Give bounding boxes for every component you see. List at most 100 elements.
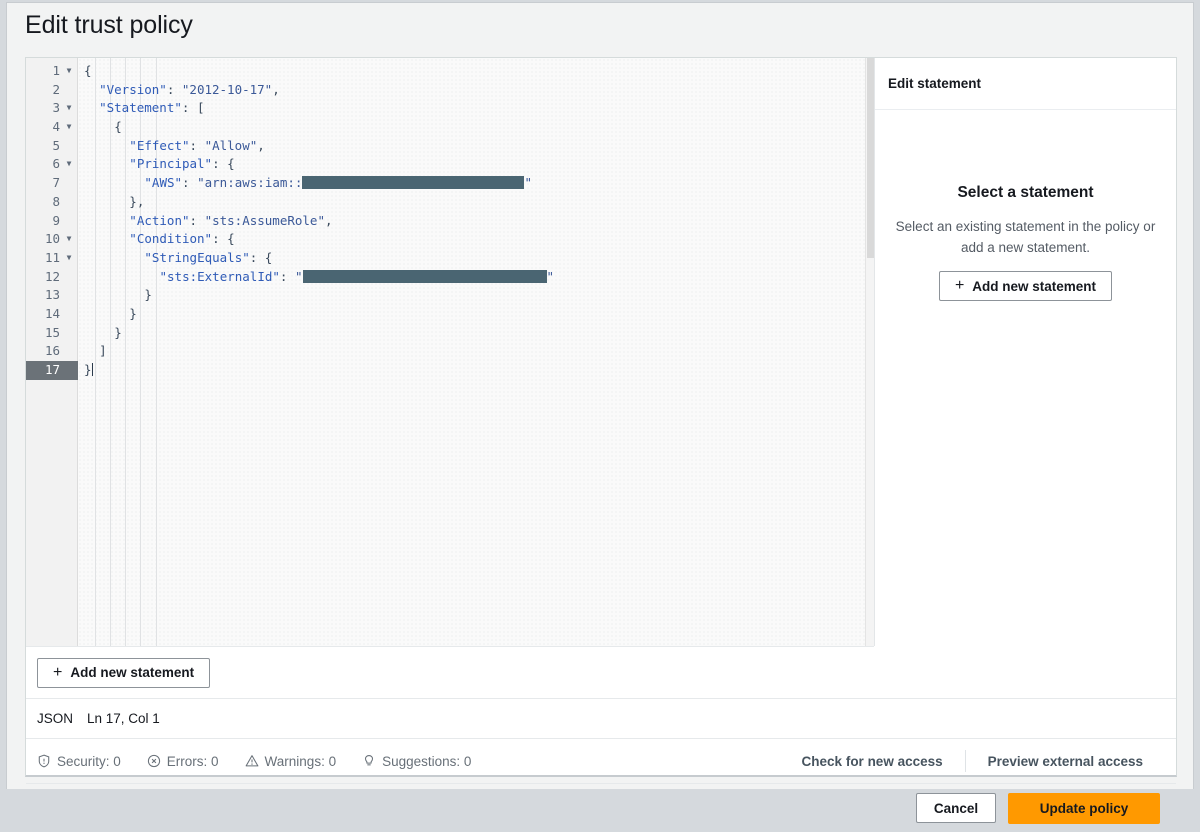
code-line[interactable]: 10 ▼ "Condition": {: [26, 230, 874, 249]
editor-row: 1 ▼{2 "Version": "2012-10-17", 3 ▼ "Statement…: [26, 58, 1176, 646]
code-token: "StringEquals": [144, 249, 250, 265]
code-line[interactable]: 9 "Action": "sts:AssumeRole",: [26, 212, 874, 231]
editor-add-new-statement-label: Add new statement: [70, 665, 195, 680]
validation-warnings-label: Warnings: 0: [264, 753, 337, 769]
validation-suggestions[interactable]: Suggestions: 0: [362, 754, 471, 769]
code-token: : {: [212, 156, 235, 172]
access-links-group: Check for new access Preview external ac…: [780, 750, 1165, 772]
code-line[interactable]: 7 "AWS": "arn:aws:iam:: ": [26, 174, 874, 193]
line-number: 3: [52, 100, 60, 116]
fold-toggle-icon[interactable]: ▼: [64, 62, 74, 81]
edit-statement-header: Edit statement: [875, 58, 1176, 110]
code-line[interactable]: 11 ▼ "StringEquals": {: [26, 249, 874, 268]
code-token: "sts:AssumeRole": [204, 212, 325, 228]
circle-x-icon: [147, 754, 161, 768]
validation-suggestions-label: Suggestions: 0: [382, 753, 472, 769]
editor-language-label: JSON: [37, 711, 74, 726]
footer-actions: Cancel Update policy: [26, 783, 1176, 832]
code-line[interactable]: 16]: [26, 342, 874, 361]
code-text: "Action": "sts:AssumeRole",: [129, 212, 332, 231]
code-line[interactable]: 15}: [26, 324, 874, 343]
code-line[interactable]: 14}: [26, 305, 874, 324]
edit-statement-empty-state: Select a statement Select an existing st…: [875, 110, 1176, 301]
text-cursor: [91, 363, 93, 376]
json-code-editor[interactable]: 1 ▼{2 "Version": "2012-10-17", 3 ▼ "Statement…: [26, 58, 874, 646]
validation-security[interactable]: Security: 0: [37, 754, 121, 769]
line-number: 9: [52, 212, 60, 228]
page-title: Edit trust policy: [25, 11, 193, 39]
line-number: 1: [52, 63, 60, 78]
add-statement-bar: + Add new statement: [26, 646, 874, 698]
validation-warnings[interactable]: Warnings: 0: [245, 753, 337, 769]
code-line[interactable]: 4 ▼ {: [26, 118, 874, 137]
code-line[interactable]: 2 "Version": "2012-10-17",: [26, 81, 874, 100]
editor-vertical-scrollbar[interactable]: [865, 58, 874, 646]
code-token: },: [129, 193, 145, 209]
line-number: 2: [52, 81, 60, 97]
code-token: "Effect": [129, 137, 190, 153]
panel-add-new-statement-button[interactable]: + Add new statement: [938, 271, 1113, 301]
code-token: ": [524, 175, 532, 191]
code-text: "Statement": [: [99, 99, 204, 118]
code-line[interactable]: 5 "Effect": "Allow",: [26, 137, 874, 156]
edit-statement-panel: Edit statement Select a statement Select…: [874, 58, 1176, 646]
code-token: }: [114, 324, 122, 340]
code-token: :: [279, 268, 295, 284]
code-token: "sts:ExternalId": [159, 268, 280, 284]
cancel-button[interactable]: Cancel: [916, 793, 996, 823]
policy-editor-card: 1 ▼{2 "Version": "2012-10-17", 3 ▼ "Statement…: [25, 57, 1177, 824]
fold-toggle-icon[interactable]: ▼: [64, 249, 74, 268]
code-line[interactable]: 13}: [26, 286, 874, 305]
code-token: ": [294, 268, 303, 284]
check-for-new-access-link[interactable]: Check for new access: [780, 754, 965, 769]
code-token: "Principal": [129, 156, 213, 172]
code-token: ": [546, 268, 555, 284]
fold-toggle-icon[interactable]: ▼: [64, 99, 74, 118]
code-token: "2012-10-17": [181, 81, 273, 97]
plus-icon: +: [954, 277, 965, 294]
code-text: }: [114, 324, 122, 343]
edit-trust-policy-page: Edit trust policy 1 ▼ {2 "Version": "2012-1…: [6, 2, 1194, 824]
fold-toggle-icon[interactable]: ▼: [64, 118, 74, 137]
code-token: }: [144, 287, 152, 303]
code-line[interactable]: 1 ▼ {: [26, 62, 874, 81]
lightbulb-icon: [362, 754, 376, 768]
code-token: {: [84, 63, 92, 78]
line-number: 17: [26, 361, 78, 380]
code-token: : {: [249, 249, 273, 265]
preview-external-access-link[interactable]: Preview external access: [966, 754, 1165, 769]
fold-toggle-icon[interactable]: ▼: [64, 155, 74, 174]
editor-status-bar: JSON Ln 17, Col 1: [26, 698, 1176, 738]
validation-errors[interactable]: Errors: 0: [147, 754, 219, 769]
editor-code-area[interactable]: 1 ▼{2 "Version": "2012-10-17", 3 ▼ "Statement…: [26, 58, 874, 646]
code-line[interactable]: 6 ▼ "Principal": {: [26, 155, 874, 174]
editor-add-new-statement-button[interactable]: + Add new statement: [37, 657, 211, 688]
code-token: : [: [181, 100, 205, 116]
scrollbar-thumb[interactable]: [867, 58, 874, 258]
code-line[interactable]: 8},: [26, 193, 874, 212]
code-token: "Condition": [129, 231, 213, 247]
plus-icon: +: [53, 663, 63, 681]
code-text: {: [114, 118, 122, 137]
shield-alert-icon: [37, 754, 51, 768]
code-token: "AWS": [144, 175, 183, 191]
code-text: }: [129, 305, 137, 324]
code-text: "sts:ExternalId": " ": [160, 268, 555, 287]
line-number: 16: [44, 343, 60, 359]
line-number: 5: [52, 137, 60, 153]
update-policy-button[interactable]: Update policy: [1008, 792, 1160, 824]
line-number: 10: [44, 231, 60, 247]
line-number: 7: [52, 175, 60, 191]
code-line[interactable]: 12 "sts:ExternalId": " ": [26, 268, 874, 287]
code-token: }: [84, 362, 92, 377]
empty-state-title: Select a statement: [957, 184, 1094, 201]
line-number: 4: [52, 119, 60, 135]
code-token: "Action": [129, 212, 190, 228]
fold-toggle-icon[interactable]: ▼: [64, 230, 74, 249]
code-text: }: [84, 361, 93, 380]
code-token: ,: [272, 81, 280, 97]
warning-triangle-icon: [245, 754, 259, 768]
code-token: :: [189, 137, 205, 153]
code-line[interactable]: 17}: [26, 361, 874, 380]
code-line[interactable]: 3 ▼ "Statement": [: [26, 99, 874, 118]
